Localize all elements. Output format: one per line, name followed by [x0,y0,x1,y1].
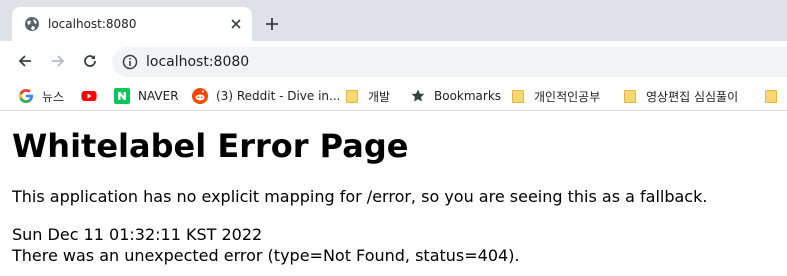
bookmark-label: 뉴스 [42,89,65,104]
folder-icon [512,89,524,103]
page-title: Whitelabel Error Page [12,127,409,165]
bookmark-label: NAVER [138,89,179,103]
star-icon [411,89,425,102]
url-text[interactable]: localhost:8080 [146,54,249,70]
toolbar: localhost:8080 [0,41,787,81]
bookmark-folder-video[interactable]: 영상편집 심심풀이 [624,87,738,105]
google-icon [19,89,33,103]
folder-icon [346,89,358,103]
bookmark-label: 개인적인공부 [534,89,601,104]
bookmark-folder-overflow[interactable] [765,87,787,105]
bookmark-label: (3) Reddit - Dive in... [216,89,341,103]
reload-button[interactable] [80,51,100,71]
arrow-right-icon [52,55,65,67]
tab-localhost[interactable]: localhost:8080 [12,7,252,41]
youtube-icon [81,91,97,101]
bookmark-folder-study[interactable]: 개인적인공부 [512,87,600,105]
bookmark-naver[interactable]: NAVER [114,87,179,105]
bookmark-youtube[interactable] [81,87,105,105]
error-detail: There was an unexpected error (type=Not … [12,246,520,265]
bookmark-label: 영상편집 심심풀이 [646,89,739,104]
bookmark-label: Bookmarks [434,89,502,103]
error-timestamp: Sun Dec 11 01:32:11 KST 2022 [12,225,263,244]
bookmark-folder-dev[interactable]: 개발 [346,87,390,105]
naver-icon [114,88,130,104]
bookmark-news[interactable]: 뉴스 [18,87,64,105]
globe-icon [24,16,40,32]
folder-icon [624,89,636,103]
folder-icon [765,89,777,103]
new-tab-button[interactable] [262,14,282,34]
bookmarks-bar: 뉴스 NAVER (3) Reddit - Dive in... 개발 Book… [0,81,787,111]
bookmark-label: 개발 [368,89,391,104]
address-bar[interactable]: localhost:8080 [112,47,787,77]
plus-icon [266,18,278,30]
arrow-left-icon [18,55,31,67]
bookmark-reddit[interactable]: (3) Reddit - Dive in... [192,87,340,105]
error-message: This application has no explicit mapping… [12,187,708,206]
tab-title: localhost:8080 [48,17,137,31]
reload-icon [84,55,96,67]
close-icon[interactable] [228,16,244,32]
bookmark-folder-bookmarks[interactable]: Bookmarks [410,87,501,105]
back-button[interactable] [15,51,35,71]
tab-strip: localhost:8080 [0,0,787,41]
browser-window: localhost:8080 localhost:8080 뉴스 NAVER (… [0,0,787,276]
forward-button[interactable] [48,51,68,71]
info-icon[interactable] [122,54,138,70]
reddit-icon [192,88,208,104]
